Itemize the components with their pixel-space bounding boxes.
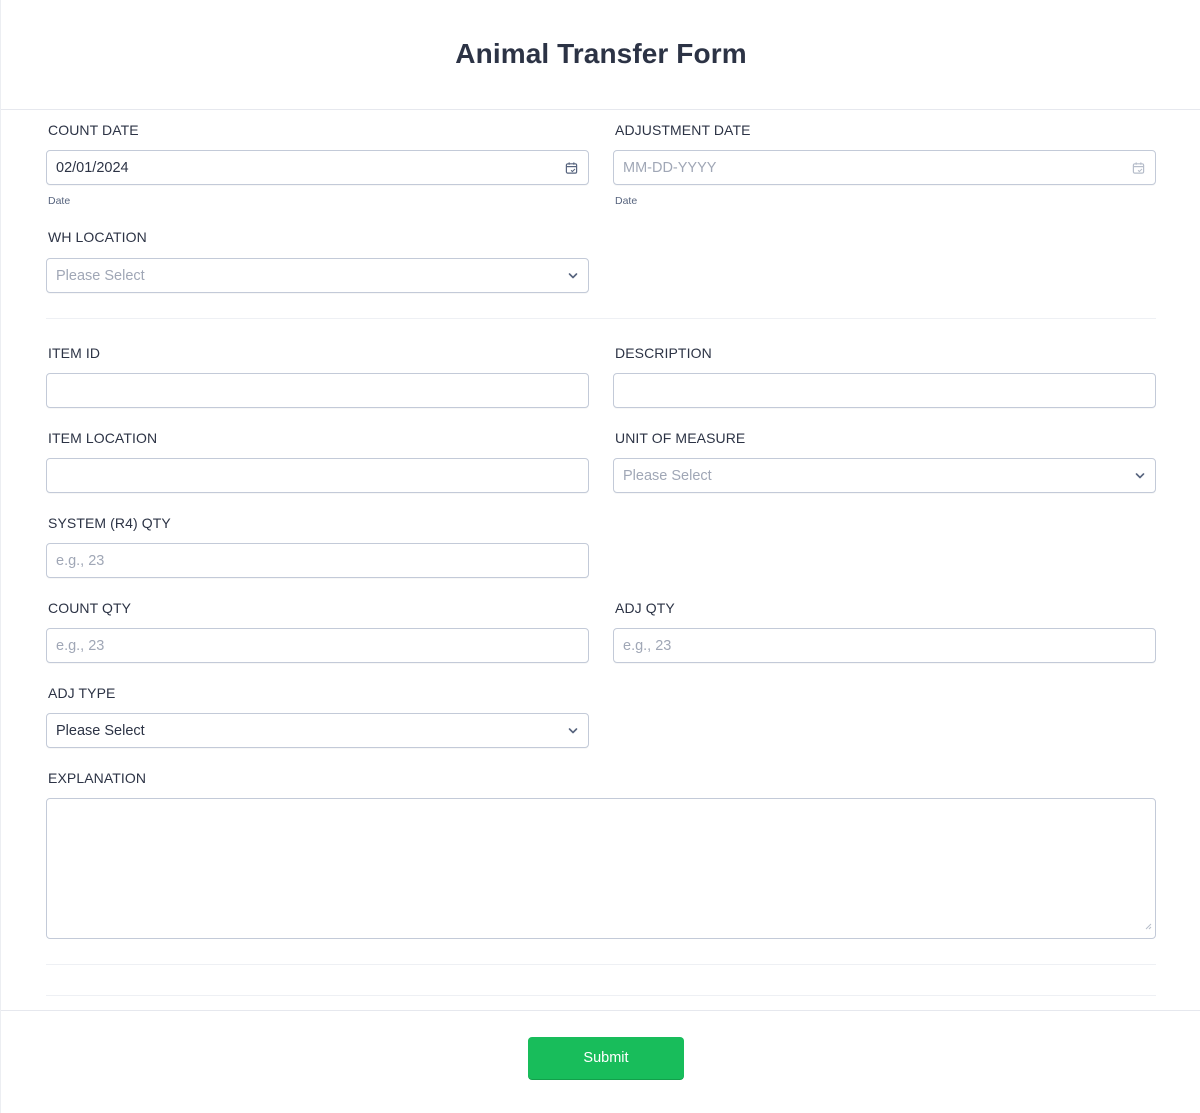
chevron-down-icon <box>568 272 578 279</box>
chevron-down-icon <box>568 727 578 734</box>
wh-location-select[interactable]: Please Select <box>46 258 589 293</box>
form-page: Animal Transfer Form COUNT DATE 02/01/20… <box>0 0 1200 1113</box>
count-date-value: 02/01/2024 <box>56 159 129 176</box>
wh-location-label: WH LOCATION <box>48 229 147 245</box>
item-id-input[interactable] <box>46 373 589 408</box>
section-divider <box>46 995 1156 996</box>
adjustment-date-input[interactable]: MM-DD-YYYY <box>613 150 1156 185</box>
item-location-label: ITEM LOCATION <box>48 430 158 446</box>
calendar-icon[interactable] <box>1132 161 1145 174</box>
adjustment-date-placeholder: MM-DD-YYYY <box>623 159 717 176</box>
adj-type-label: ADJ TYPE <box>48 685 116 701</box>
count-date-label: COUNT DATE <box>48 122 139 138</box>
item-location-input[interactable] <box>46 458 589 493</box>
count-qty-placeholder: e.g., 23 <box>56 637 105 654</box>
item-id-label: ITEM ID <box>48 345 101 361</box>
adj-type-value: Please Select <box>56 722 145 739</box>
explanation-label: EXPLANATION <box>48 770 147 786</box>
adj-qty-label: ADJ QTY <box>615 600 675 616</box>
section-divider <box>46 964 1156 965</box>
calendar-icon[interactable] <box>565 161 578 174</box>
system-qty-placeholder: e.g., 23 <box>56 552 105 569</box>
adj-qty-placeholder: e.g., 23 <box>623 637 672 654</box>
adj-type-select[interactable]: Please Select <box>46 713 589 748</box>
unit-of-measure-placeholder: Please Select <box>623 467 712 484</box>
adjustment-date-label: ADJUSTMENT DATE <box>615 122 751 138</box>
count-date-input[interactable]: 02/01/2024 <box>46 150 589 185</box>
count-date-sublabel: Date <box>48 195 71 207</box>
adjustment-date-sublabel: Date <box>615 195 638 207</box>
form-header: Animal Transfer Form <box>1 0 1200 110</box>
unit-of-measure-label: UNIT OF MEASURE <box>615 430 746 446</box>
adj-qty-input[interactable]: e.g., 23 <box>613 628 1156 663</box>
count-qty-input[interactable]: e.g., 23 <box>46 628 589 663</box>
submit-button[interactable]: Submit <box>528 1037 684 1079</box>
wh-location-placeholder: Please Select <box>56 267 145 284</box>
count-qty-label: COUNT QTY <box>48 600 132 616</box>
section-divider <box>46 318 1156 319</box>
description-input[interactable] <box>613 373 1156 408</box>
form-title: Animal Transfer Form <box>455 37 747 69</box>
system-qty-label: SYSTEM (R4) QTY <box>48 515 171 531</box>
chevron-down-icon <box>1135 472 1145 479</box>
explanation-textarea[interactable] <box>46 798 1156 939</box>
resize-handle-icon[interactable] <box>1145 917 1152 935</box>
description-label: DESCRIPTION <box>615 345 712 361</box>
unit-of-measure-select[interactable]: Please Select <box>613 458 1156 493</box>
system-qty-input[interactable]: e.g., 23 <box>46 543 589 578</box>
